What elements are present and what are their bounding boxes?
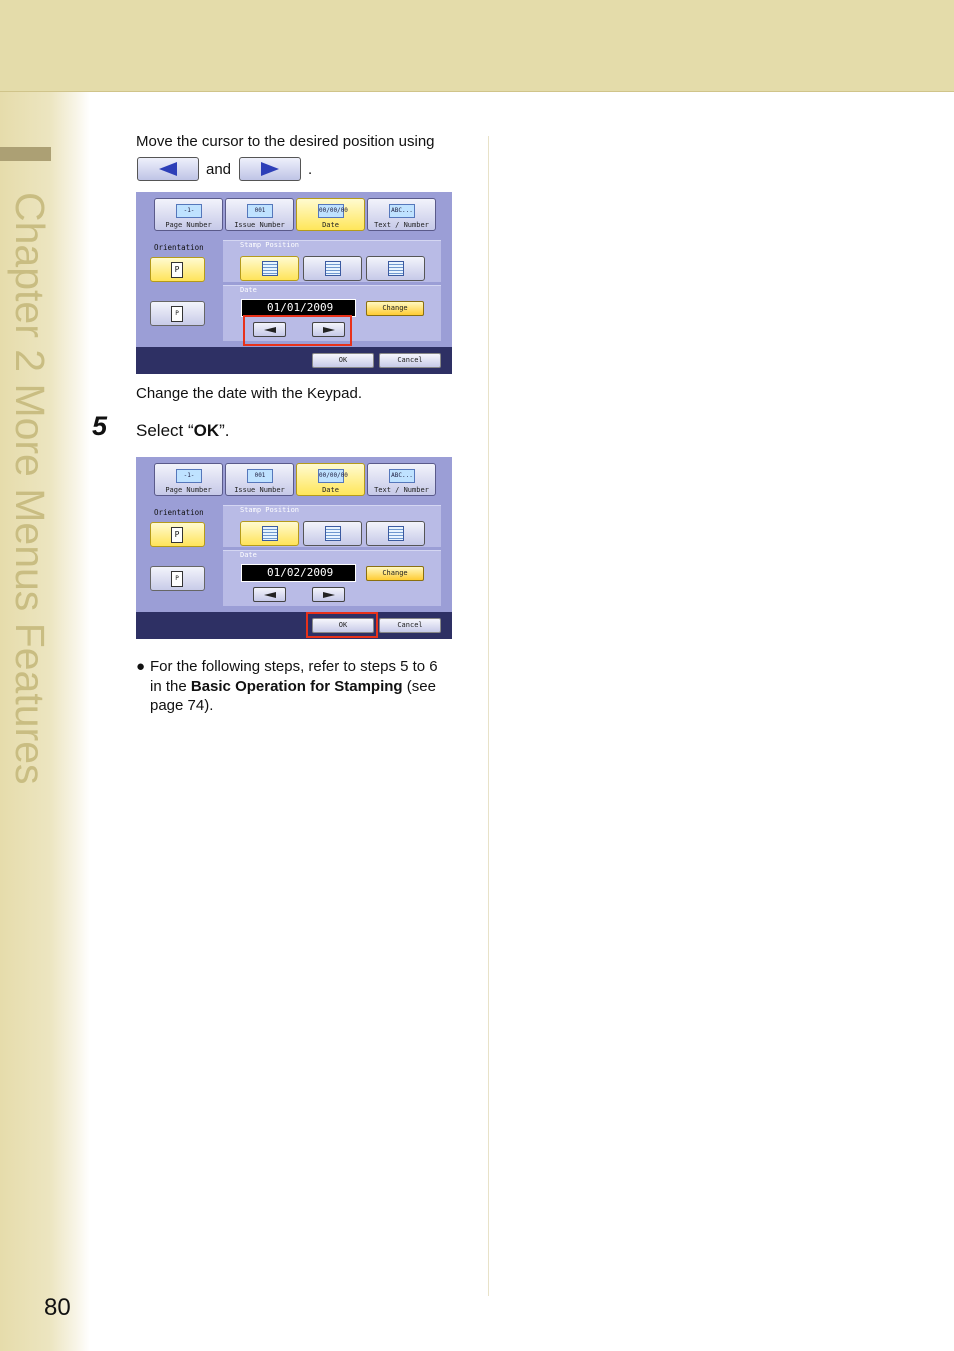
text-number-icon: ABC... <box>389 469 415 483</box>
date-label: Date <box>240 551 257 559</box>
doc-center-icon <box>325 526 341 541</box>
cancel-button[interactable]: Cancel <box>379 353 441 368</box>
tab-label: Date <box>322 486 339 494</box>
portrait-page-icon: P <box>171 527 183 543</box>
change-button[interactable]: Change <box>366 566 424 581</box>
doc-bottom-icon <box>262 261 278 276</box>
arrow-highlight-box <box>243 315 352 346</box>
doc-top-icon <box>388 526 404 541</box>
change-button[interactable]: Change <box>366 301 424 316</box>
orientation-label: Orientation <box>154 508 204 517</box>
orientation-landscape-button[interactable]: P <box>150 566 205 591</box>
step5-ok: OK <box>193 421 220 440</box>
orientation-portrait-button[interactable]: P <box>150 257 205 282</box>
right-arrow-icon <box>261 162 279 176</box>
tab-label: Page Number <box>165 221 212 229</box>
tab-label: Date <box>322 221 339 229</box>
position-top-button[interactable] <box>366 521 425 546</box>
tab-date[interactable]: 00/00/00 Date <box>296 198 365 231</box>
left-arrow-icon <box>159 162 177 176</box>
tab-issue-number[interactable]: 001 Issue Number <box>225 463 294 496</box>
portrait-page-icon: P <box>171 262 183 278</box>
text-number-icon: ABC... <box>389 204 415 218</box>
ok-button[interactable]: OK <box>312 353 374 368</box>
panel-bottom-bar: OK Cancel <box>136 612 452 639</box>
cursor-right-button[interactable] <box>312 587 345 602</box>
landscape-page-icon: P <box>171 571 183 587</box>
tab-page-number[interactable]: -1- Page Number <box>154 198 223 231</box>
landscape-page-icon: P <box>171 306 183 322</box>
stamp-position-group: Stamp Position <box>223 240 441 282</box>
cancel-button[interactable]: Cancel <box>379 618 441 633</box>
tab-label: Text / Number <box>374 221 429 229</box>
chapter-title: Chapter 2 More Menus Features <box>7 192 53 785</box>
position-top-button[interactable] <box>366 256 425 281</box>
stamp-position-label: Stamp Position <box>240 506 300 514</box>
position-center-button[interactable] <box>303 256 362 281</box>
right-arrow-button <box>239 157 301 181</box>
step4-instruction: Move the cursor to the desired position … <box>136 133 435 150</box>
note-line-1: For the following steps, refer to steps … <box>150 658 438 675</box>
issue-number-icon: 001 <box>247 469 273 483</box>
column-divider <box>488 136 489 1296</box>
note-post: (see <box>402 678 436 695</box>
left-arrow-icon <box>263 591 276 598</box>
chapter-tab-marker <box>0 147 51 161</box>
orientation-portrait-button[interactable]: P <box>150 522 205 547</box>
cursor-left-button[interactable] <box>253 587 286 602</box>
stamp-position-group: Stamp Position <box>223 505 441 547</box>
tab-label: Page Number <box>165 486 212 494</box>
right-arrow-icon <box>322 591 335 598</box>
note-reference: Basic Operation for Stamping <box>190 678 403 695</box>
position-bottom-button[interactable] <box>240 521 299 546</box>
date-icon: 00/00/00 <box>318 204 348 218</box>
date-field[interactable]: 01/02/2009 <box>241 564 356 582</box>
ok-highlight-box <box>306 612 378 638</box>
tab-page-number[interactable]: -1- Page Number <box>154 463 223 496</box>
step-number: 5 <box>92 411 108 441</box>
left-arrow-button <box>137 157 199 181</box>
page-number-icon: -1- <box>176 469 202 483</box>
stamp-position-label: Stamp Position <box>240 241 300 249</box>
panel-bottom-bar: OK Cancel <box>136 347 452 374</box>
tab-label: Issue Number <box>234 221 285 229</box>
tab-issue-number[interactable]: 001 Issue Number <box>225 198 294 231</box>
note-line-2: in the Basic Operation for Stamping (see <box>150 677 470 697</box>
and-text: and <box>206 161 232 178</box>
page-number: 80 <box>44 1294 71 1321</box>
stamp-date-panel-2: -1- Page Number 001 Issue Number 00/00/0… <box>136 457 452 639</box>
step5-instruction: Select “OK”. <box>136 420 230 442</box>
header-band <box>0 0 954 92</box>
tab-text-number[interactable]: ABC... Text / Number <box>367 463 436 496</box>
tab-date[interactable]: 00/00/00 Date <box>296 463 365 496</box>
stamp-date-panel-1: -1- Page Number 001 Issue Number 00/00/0… <box>136 192 452 374</box>
date-label: Date <box>240 286 257 294</box>
position-center-button[interactable] <box>303 521 362 546</box>
period-text: . <box>308 161 313 178</box>
tab-text-number[interactable]: ABC... Text / Number <box>367 198 436 231</box>
issue-number-icon: 001 <box>247 204 273 218</box>
date-icon: 00/00/00 <box>318 469 348 483</box>
note-line-3: page 74). <box>150 697 214 714</box>
position-bottom-button[interactable] <box>240 256 299 281</box>
tab-label: Issue Number <box>234 486 285 494</box>
note-pre: in the <box>150 678 191 695</box>
doc-top-icon <box>388 261 404 276</box>
keypad-instruction: Change the date with the Keypad. <box>136 385 362 402</box>
tab-label: Text / Number <box>374 486 429 494</box>
page-number-icon: -1- <box>176 204 202 218</box>
step5-pre: Select “ <box>136 421 194 440</box>
orientation-label: Orientation <box>154 243 204 252</box>
date-group: Date 01/02/2009 Change <box>223 550 441 606</box>
step5-post: ”. <box>219 421 230 440</box>
doc-center-icon <box>325 261 341 276</box>
note-bullet-icon: ● <box>136 658 146 675</box>
orientation-landscape-button[interactable]: P <box>150 301 205 326</box>
doc-bottom-icon <box>262 526 278 541</box>
